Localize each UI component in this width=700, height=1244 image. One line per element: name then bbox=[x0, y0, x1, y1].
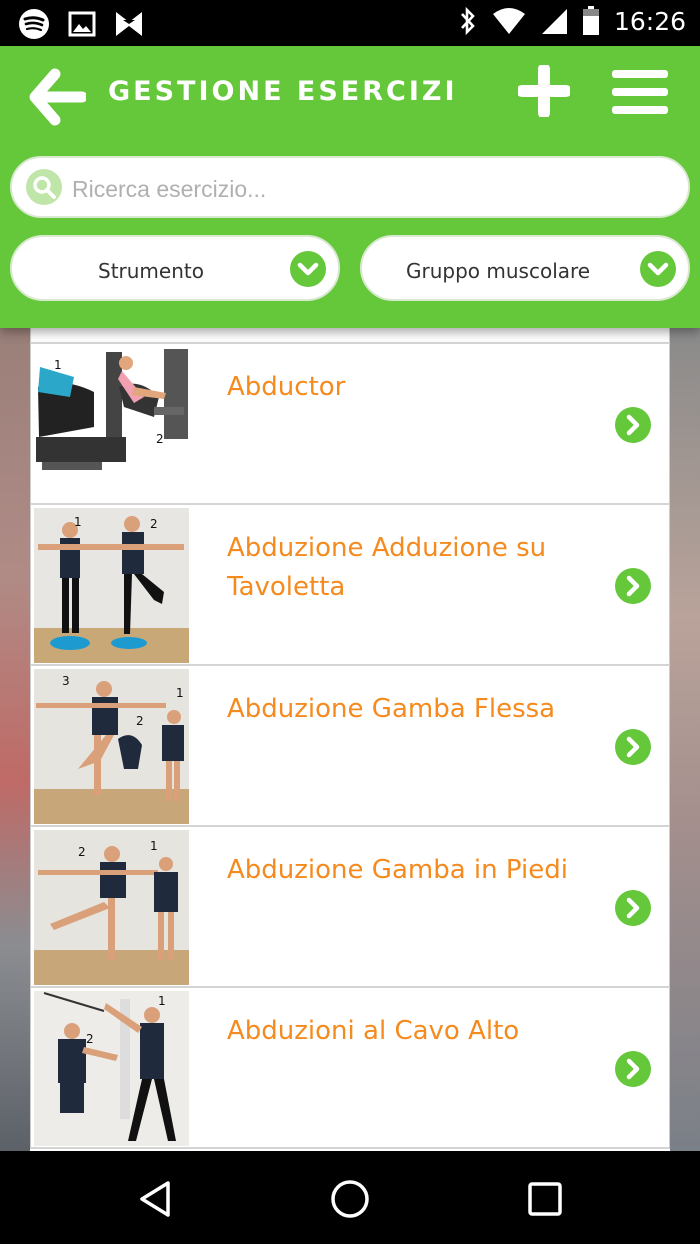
svg-text:2: 2 bbox=[86, 1032, 94, 1046]
list-item-partial bbox=[30, 328, 670, 344]
chevron-right-icon[interactable] bbox=[615, 568, 651, 604]
background-image bbox=[0, 328, 30, 1151]
filter-strumento-dropdown[interactable]: Strumento bbox=[10, 235, 340, 301]
search-icon bbox=[26, 169, 62, 205]
svg-text:1: 1 bbox=[74, 515, 82, 529]
search-bar[interactable] bbox=[10, 156, 690, 218]
svg-text:2: 2 bbox=[136, 714, 144, 728]
exercise-thumbnail: 2 1 bbox=[34, 830, 189, 985]
exercise-thumbnail: 1 2 bbox=[34, 508, 189, 663]
exercise-title: Abduzioni al Cavo Alto bbox=[227, 1016, 520, 1046]
status-time: 16:26 bbox=[613, 6, 686, 36]
svg-text:3: 3 bbox=[62, 674, 70, 688]
exercise-list-item[interactable]: 1 2 Abduzioni al Cavo Alto bbox=[30, 988, 670, 1149]
app-header: GESTIONE ESERCIZI Strumento Gruppo musco… bbox=[0, 46, 700, 328]
filter-gruppo-muscolare-label: Gruppo muscolare bbox=[406, 259, 591, 283]
hamburger-menu-icon[interactable] bbox=[612, 68, 668, 116]
chevron-right-icon[interactable] bbox=[615, 1051, 651, 1087]
image-icon bbox=[68, 11, 96, 37]
home-circle-icon[interactable] bbox=[328, 1177, 372, 1221]
svg-text:1: 1 bbox=[158, 994, 166, 1008]
exercise-list-container[interactable]: 1 2 Abductor 1 2 Abduzione Adduzione su … bbox=[0, 328, 700, 1151]
app-icon bbox=[116, 12, 142, 36]
exercise-list-item[interactable]: 3 1 2 Abduzione Gamba Flessa bbox=[30, 666, 670, 827]
chevron-right-icon[interactable] bbox=[615, 729, 651, 765]
exercise-title: Abduzione Adduzione su Tavoletta bbox=[227, 533, 547, 602]
system-nav-bar bbox=[0, 1151, 700, 1244]
background-image bbox=[670, 328, 700, 1151]
plus-icon[interactable] bbox=[518, 65, 570, 117]
exercise-title: Abduzione Gamba Flessa bbox=[227, 694, 556, 724]
chevron-down-icon bbox=[290, 251, 326, 287]
chevron-right-icon[interactable] bbox=[615, 407, 651, 443]
spotify-icon bbox=[19, 9, 49, 39]
back-arrow-icon[interactable] bbox=[28, 68, 86, 126]
filter-gruppo-muscolare-dropdown[interactable]: Gruppo muscolare bbox=[360, 235, 690, 301]
svg-text:2: 2 bbox=[156, 432, 164, 446]
exercise-thumbnail: 1 2 bbox=[34, 347, 189, 502]
battery-icon bbox=[582, 6, 599, 35]
exercise-list-item[interactable]: 1 2 Abduzione Adduzione su Tavoletta bbox=[30, 505, 670, 666]
chevron-right-icon[interactable] bbox=[615, 890, 651, 926]
exercise-list: 1 2 Abductor 1 2 Abduzione Adduzione su … bbox=[30, 328, 670, 1151]
exercise-title: Abduzione Gamba in Piedi bbox=[227, 855, 568, 885]
exercise-list-item[interactable]: 2 1 Abduzione Gamba in Piedi bbox=[30, 827, 670, 988]
svg-text:2: 2 bbox=[78, 845, 86, 859]
status-bar: 16:26 bbox=[0, 0, 700, 46]
back-triangle-icon[interactable] bbox=[134, 1177, 178, 1221]
exercise-thumbnail: 1 2 bbox=[34, 991, 189, 1146]
search-input[interactable] bbox=[70, 168, 674, 210]
svg-text:1: 1 bbox=[54, 358, 62, 372]
wifi-icon bbox=[492, 8, 525, 34]
svg-text:1: 1 bbox=[176, 686, 184, 700]
recents-square-icon[interactable] bbox=[523, 1177, 567, 1221]
exercise-list-item[interactable]: 1 2 Abductor bbox=[30, 344, 670, 505]
filter-strumento-label: Strumento bbox=[98, 259, 204, 283]
bluetooth-icon bbox=[460, 6, 475, 36]
exercise-title: Abductor bbox=[227, 372, 346, 402]
exercise-thumbnail: 3 1 2 bbox=[34, 669, 189, 824]
chevron-down-icon bbox=[640, 251, 676, 287]
svg-text:1: 1 bbox=[150, 839, 158, 853]
signal-icon bbox=[541, 9, 567, 34]
page-title: GESTIONE ESERCIZI bbox=[108, 76, 458, 107]
svg-text:2: 2 bbox=[150, 517, 158, 531]
